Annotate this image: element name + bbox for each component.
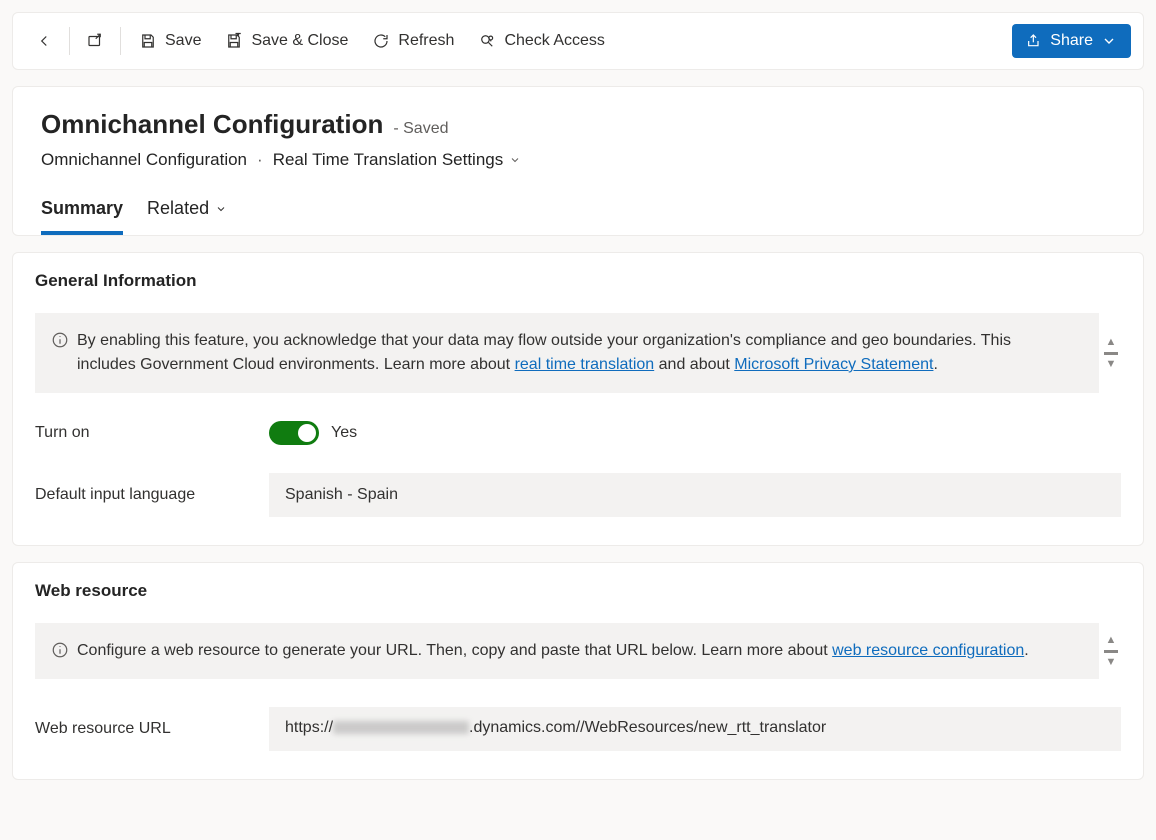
scroll-down-icon[interactable]: ▼ — [1106, 657, 1117, 668]
refresh-icon — [372, 32, 390, 50]
scroll-handle[interactable] — [1104, 650, 1118, 653]
open-new-window-button[interactable] — [76, 21, 114, 61]
save-label: Save — [165, 32, 201, 50]
section-title: General Information — [35, 271, 1121, 291]
command-bar: Save Save & Close Refresh Check Access S… — [12, 12, 1144, 70]
check-access-button[interactable]: Check Access — [466, 21, 616, 61]
scroll-controls: ▲ ▼ — [1101, 313, 1121, 393]
tab-list: Summary Related — [41, 198, 1115, 235]
toggle-knob — [298, 424, 316, 442]
save-close-label: Save & Close — [251, 32, 348, 50]
save-icon — [139, 32, 157, 50]
section-general-information: General Information By enabling this fea… — [12, 252, 1144, 546]
save-close-button[interactable]: Save & Close — [213, 21, 360, 61]
tab-related[interactable]: Related — [147, 198, 227, 235]
redacted-domain: xxxxxxxxxxxxxxxxx — [333, 719, 469, 736]
scroll-up-icon[interactable]: ▲ — [1106, 635, 1117, 646]
label-web-resource-url: Web resource URL — [35, 720, 245, 738]
breadcrumb-item[interactable]: Omnichannel Configuration — [41, 150, 247, 170]
input-web-resource-url[interactable]: https://xxxxxxxxxxxxxxxxx.dynamics.com//… — [269, 707, 1121, 751]
check-access-icon — [478, 32, 496, 50]
saved-indicator: - Saved — [393, 120, 448, 138]
refresh-label: Refresh — [398, 32, 454, 50]
share-label: Share — [1050, 32, 1093, 50]
link-privacy-statement[interactable]: Microsoft Privacy Statement — [734, 356, 933, 373]
link-real-time-translation[interactable]: real time translation — [515, 356, 655, 373]
back-button[interactable] — [25, 21, 63, 61]
share-icon — [1026, 33, 1042, 49]
share-button[interactable]: Share — [1012, 24, 1131, 58]
link-web-resource-config[interactable]: web resource configuration — [832, 642, 1024, 659]
section-title: Web resource — [35, 581, 1121, 601]
breadcrumb-item-dropdown[interactable]: Real Time Translation Settings — [273, 150, 522, 170]
toggle-turn-on[interactable] — [269, 421, 319, 445]
scroll-controls: ▲ ▼ — [1101, 623, 1121, 679]
chevron-down-icon — [1101, 33, 1117, 49]
tab-summary[interactable]: Summary — [41, 198, 123, 235]
info-icon — [51, 331, 69, 349]
chevron-down-icon — [215, 203, 227, 215]
chevron-down-icon — [509, 154, 521, 166]
breadcrumb: Omnichannel Configuration · Real Time Tr… — [41, 150, 1115, 170]
scroll-up-icon[interactable]: ▲ — [1106, 337, 1117, 348]
page-title: Omnichannel Configuration — [41, 109, 383, 140]
label-turn-on: Turn on — [35, 424, 245, 442]
section-web-resource: Web resource Configure a web resource to… — [12, 562, 1144, 780]
label-default-language: Default input language — [35, 486, 245, 504]
toggle-value: Yes — [331, 424, 357, 442]
check-access-label: Check Access — [504, 32, 604, 50]
divider — [120, 27, 121, 55]
scroll-down-icon[interactable]: ▼ — [1106, 359, 1117, 370]
refresh-button[interactable]: Refresh — [360, 21, 466, 61]
breadcrumb-separator: · — [257, 150, 263, 170]
input-default-language[interactable] — [269, 473, 1121, 517]
info-notice-webresource: Configure a web resource to generate you… — [35, 623, 1099, 679]
record-header: Omnichannel Configuration - Saved Omnich… — [12, 86, 1144, 236]
save-close-icon — [225, 32, 243, 50]
scroll-handle[interactable] — [1104, 352, 1118, 355]
save-button[interactable]: Save — [127, 21, 213, 61]
info-notice-general: By enabling this feature, you acknowledg… — [35, 313, 1099, 393]
divider — [69, 27, 70, 55]
info-icon — [51, 641, 69, 659]
